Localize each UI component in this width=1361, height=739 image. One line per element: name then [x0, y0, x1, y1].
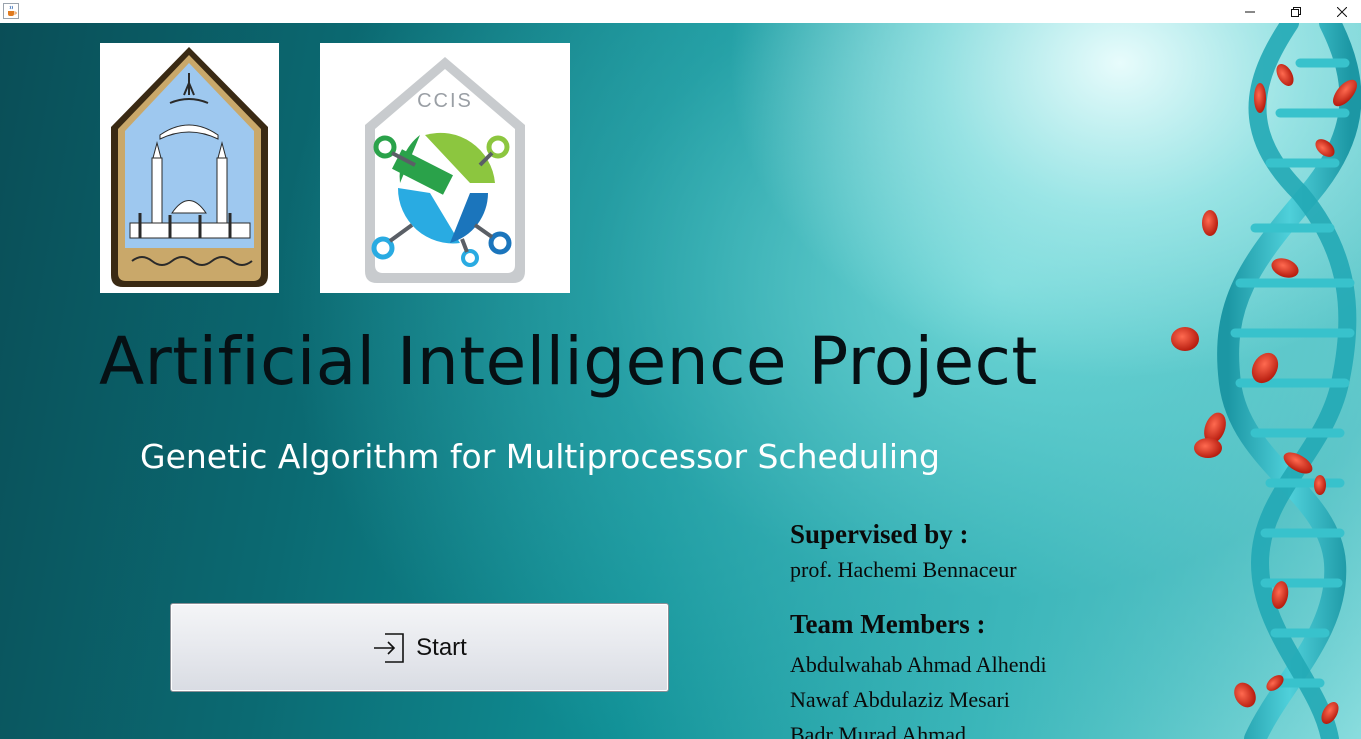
minimize-icon: [1245, 11, 1255, 12]
imam-university-emblem: [111, 47, 268, 287]
close-icon: [1337, 6, 1347, 17]
team-member: Nawaf Abdulaziz Mesari: [790, 687, 1010, 712]
svg-text:CCIS: CCIS: [417, 90, 473, 112]
ccis-logo-graphic: CCIS: [365, 57, 525, 283]
start-button-label: Start: [416, 633, 467, 661]
window-titlebar: [0, 0, 1361, 23]
page-subtitle: Genetic Algorithm for Multiprocessor Sch…: [140, 437, 940, 476]
minimize-button[interactable]: [1227, 0, 1273, 23]
ccis-logo: CCIS: [320, 43, 570, 293]
team-heading: Team Members :: [790, 609, 986, 639]
java-cup-icon[interactable]: [3, 3, 19, 19]
supervisor-name: prof. Hachemi Bennaceur: [790, 557, 1017, 582]
page-title: Artificial Intelligence Project: [99, 323, 1038, 400]
dna-helix-illustration: [1171, 23, 1361, 739]
team-member: Abdulwahab Ahmad Alhendi: [790, 652, 1047, 677]
start-button[interactable]: Start: [170, 603, 669, 692]
team-member: Badr Murad Ahmad: [790, 722, 966, 739]
sign-in-icon: [374, 632, 404, 663]
supervised-heading: Supervised by :: [790, 519, 969, 549]
close-button[interactable]: [1319, 0, 1361, 23]
maximize-button[interactable]: [1273, 0, 1319, 23]
university-logo: [100, 43, 279, 293]
main-panel: CCIS Artificial Intelligence Project Gen…: [0, 23, 1361, 739]
restore-icon: [1291, 6, 1301, 17]
